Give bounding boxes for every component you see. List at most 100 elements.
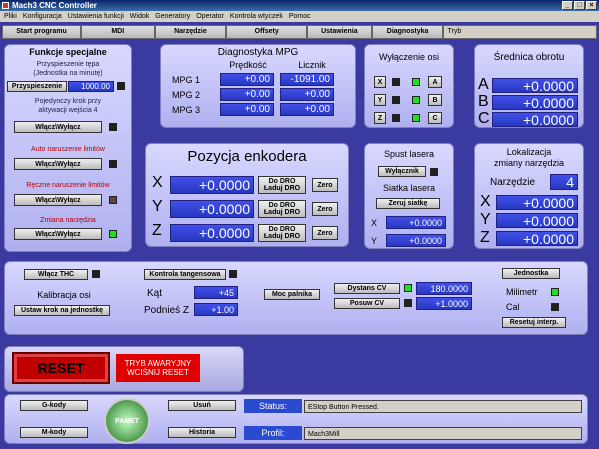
diameter-c-value[interactable]: +0.0000: [492, 112, 578, 128]
step-caption-1: Pojedynczy krok przy: [34, 98, 102, 105]
tab-mdi[interactable]: MDI: [80, 25, 155, 39]
auto-limits-led: [109, 160, 117, 168]
menu-ustawienia-funkcji[interactable]: Ustawienia funkcji: [68, 11, 124, 22]
axis-off-c-button[interactable]: C: [428, 112, 442, 124]
tool-loc-y-label: Y: [480, 211, 491, 228]
menu-kontrola-wtyczek[interactable]: Kontrola wtyczek: [230, 11, 283, 22]
encoder-z-load-dro[interactable]: Ładuj DRO: [264, 233, 300, 240]
unit-button[interactable]: Jednostka: [502, 268, 560, 279]
angle-value[interactable]: +45: [194, 286, 238, 299]
menu-operator[interactable]: Operator: [196, 11, 224, 22]
encoder-x-value[interactable]: +0.0000: [170, 176, 254, 194]
reset-interp-button[interactable]: Resetuj interp.: [502, 317, 566, 328]
step-led: [109, 123, 117, 131]
tab-offsety[interactable]: Offsety: [226, 25, 308, 39]
delete-button[interactable]: Usuń: [168, 400, 236, 411]
encoder-y-dro-buttons[interactable]: Do DRO Ładuj DRO: [258, 200, 306, 218]
encoder-z-zero-button[interactable]: Zero: [312, 226, 338, 240]
axis-off-y-button[interactable]: Y: [374, 94, 386, 106]
encoder-y-label: Y: [152, 198, 163, 215]
tool-loc-y-value[interactable]: +0.0000: [496, 213, 578, 229]
profile-field: Mach3Mill: [304, 427, 582, 440]
accel-value[interactable]: 1000.00: [68, 81, 114, 92]
laser-switch-button[interactable]: Wyłącznik: [378, 166, 426, 177]
step-toggle-button[interactable]: Włącz\Wyłącz: [14, 121, 102, 133]
history-button[interactable]: Historia: [168, 427, 236, 438]
accel-button[interactable]: Przyspieszenie: [7, 81, 67, 92]
encoder-title: Pozycja enkodera: [187, 148, 307, 165]
laser-y-value[interactable]: +0.0000: [386, 234, 446, 247]
menu-pomoc[interactable]: Pomoc: [289, 11, 311, 22]
encoder-y-value[interactable]: +0.0000: [170, 200, 254, 218]
tab-ustawienia[interactable]: Ustawienia: [307, 25, 372, 39]
encoder-z-dro-buttons[interactable]: Do DRO Ładuj DRO: [258, 224, 306, 242]
axis-off-z-button[interactable]: Z: [374, 112, 386, 124]
cv-feed-button[interactable]: Posuw CV: [334, 298, 400, 309]
enable-thc-button[interactable]: Włącz THC: [24, 269, 88, 280]
tab-start-programu[interactable]: Start programu: [2, 25, 81, 39]
auto-limits-label: Auto naruszenie limitów: [31, 146, 105, 153]
status-field: EStop Button Pressed.: [304, 400, 582, 413]
status-label: Status:: [244, 399, 302, 413]
axis-off-a-led: [412, 78, 420, 86]
set-step-per-unit-button[interactable]: Ustaw krok na jednostkę: [14, 305, 110, 316]
zero-grid-button[interactable]: Zeruj siatkę: [376, 198, 440, 209]
accel-led: [117, 82, 125, 90]
cv-distance-button[interactable]: Dystans CV: [334, 283, 400, 294]
tool-loc-z-value[interactable]: +0.0000: [496, 231, 578, 247]
tangent-control-button[interactable]: Kontrola tangensowa: [144, 269, 226, 280]
maximize-button[interactable]: □: [574, 1, 585, 10]
tool-change-toggle-button[interactable]: Włącz\Wyłącz: [14, 228, 102, 240]
encoder-x-dro-buttons[interactable]: Do DRO Ładuj DRO: [258, 176, 306, 194]
reset-button[interactable]: RESET: [12, 352, 110, 384]
encoder-y-to-dro[interactable]: Do DRO: [269, 202, 296, 209]
diameter-a-label: A: [478, 76, 489, 93]
tool-loc-x-label: X: [480, 193, 491, 210]
encoder-x-label: X: [152, 174, 163, 191]
tool-change-led: [109, 230, 117, 238]
diameter-b-value[interactable]: +0.0000: [492, 95, 578, 111]
gcodes-button[interactable]: G-kody: [20, 400, 88, 411]
title-bar: Mach3 CNC Controller _ □ ×: [0, 0, 599, 11]
tool-loc-x-value[interactable]: +0.0000: [496, 195, 578, 211]
auto-limits-toggle-button[interactable]: Włącz\Wyłącz: [14, 158, 102, 170]
manual-limits-toggle-button[interactable]: Włącz\Wyłącz: [14, 194, 102, 206]
encoder-x-load-dro[interactable]: Ładuj DRO: [264, 185, 300, 192]
torch-power-button[interactable]: Moc palnika: [264, 289, 320, 300]
axis-off-x-button[interactable]: X: [374, 76, 386, 88]
accel-caption-2: (Jednostka na minutę): [33, 70, 103, 77]
tool-number-label: Narzędzie: [490, 177, 536, 188]
tool-number-value[interactable]: 4: [550, 174, 578, 190]
encoder-z-to-dro[interactable]: Do DRO: [269, 226, 296, 233]
minimize-button[interactable]: _: [562, 1, 573, 10]
cv-feed-value[interactable]: +1.0000: [416, 297, 472, 310]
mcodes-button[interactable]: M-kody: [20, 427, 88, 438]
diameter-b-label: B: [478, 93, 489, 110]
close-button[interactable]: ×: [586, 1, 597, 10]
menu-konfiguracja[interactable]: Konfiguracja: [23, 11, 62, 22]
menu-widok[interactable]: Widok: [130, 11, 149, 22]
menu-generatory[interactable]: Generatory: [155, 11, 190, 22]
laser-x-value[interactable]: +0.0000: [386, 216, 446, 229]
cv-distance-value[interactable]: 180.0000: [416, 282, 472, 295]
menu-pliki[interactable]: Pliki: [4, 11, 17, 22]
encoder-y-zero-button[interactable]: Zero: [312, 202, 338, 216]
axis-off-b-button[interactable]: B: [428, 94, 442, 106]
laser-trigger-title: Spust lasera: [383, 149, 435, 159]
emergency-line-2: WCIŚNIJ RESET: [127, 368, 189, 377]
mpg2-label: MPG 2: [172, 90, 201, 100]
diameter-a-value[interactable]: +0.0000: [492, 78, 578, 94]
encoder-x-zero-button[interactable]: Zero: [312, 178, 338, 192]
axis-off-a-button[interactable]: A: [428, 76, 442, 88]
axis-off-x-led: [392, 78, 400, 86]
encoder-z-value[interactable]: +0.0000: [170, 224, 254, 242]
emergency-line-1: TRYB AWARYJNY: [124, 359, 192, 368]
tab-narzedzie[interactable]: Narzędzie: [154, 25, 227, 39]
cv-distance-led: [404, 284, 412, 292]
laser-x-label: X: [371, 218, 378, 228]
encoder-x-to-dro[interactable]: Do DRO: [269, 178, 296, 185]
laser-grid-title: Siatka lasera: [382, 183, 436, 193]
lift-z-value[interactable]: +1.00: [194, 303, 238, 316]
tab-diagnostyka[interactable]: Diagnostyka: [371, 25, 444, 39]
encoder-y-load-dro[interactable]: Ładuj DRO: [264, 209, 300, 216]
